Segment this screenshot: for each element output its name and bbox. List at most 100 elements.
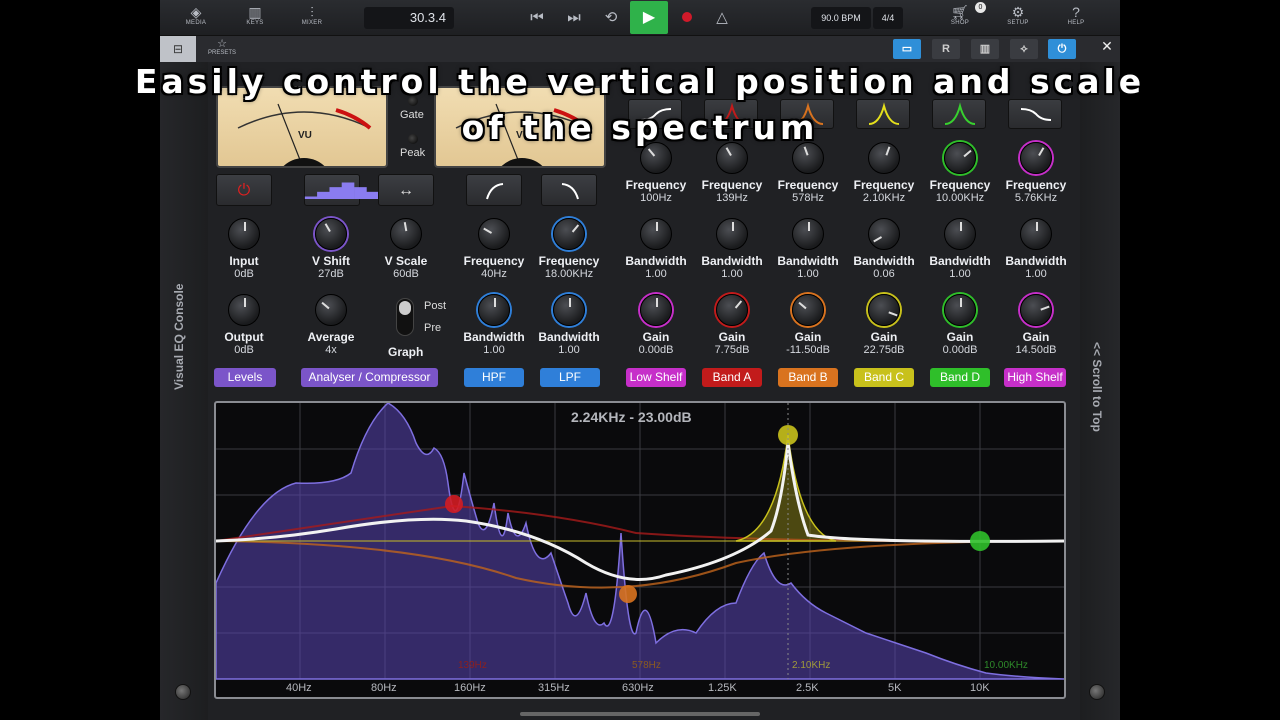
band-b-frequency-knob[interactable]: Frequency 578Hz (770, 142, 846, 205)
time-display[interactable]: 30.3.4 (364, 7, 454, 29)
high-shelf-section-label[interactable]: High Shelf (1004, 368, 1066, 387)
knob[interactable] (228, 294, 260, 326)
band-a-bandwidth-knob[interactable]: Bandwidth 1.00 (694, 218, 770, 281)
plugin-tab[interactable]: ⊟ (160, 36, 196, 62)
media-button[interactable]: ◈ MEDIA (176, 4, 216, 32)
knob[interactable] (553, 294, 585, 326)
help-button[interactable]: ? HELP (1056, 4, 1096, 32)
eq-graph[interactable]: 2.24KHz - 23.00dB 139Hz 578Hz 2.10KHz 10… (214, 401, 1066, 699)
play-button[interactable]: ▶ (630, 1, 668, 34)
loop-icon: ⟲ (604, 9, 618, 26)
band-b-section-label[interactable]: Band B (778, 368, 838, 387)
levels-power-button[interactable]: ⏻ (216, 174, 272, 206)
knob[interactable] (1020, 218, 1052, 250)
low-shelf-frequency-knob[interactable]: Frequency 100Hz (618, 142, 694, 205)
low-shelf-section-label[interactable]: Low Shelf (626, 368, 686, 387)
hpf-curve-icon (486, 183, 504, 200)
knob[interactable] (228, 218, 260, 250)
v-scale-knob[interactable]: V Scale 60dB (368, 218, 444, 281)
record-button[interactable] (682, 12, 692, 22)
levels-section-label[interactable]: Levels (214, 368, 276, 387)
freq-axis-label: 40Hz (286, 682, 312, 694)
caption-line-1: Easily control the vertical position and… (134, 62, 1146, 101)
skip-back-button[interactable]: ⏮ (523, 4, 551, 32)
waveform-button[interactable]: ↔ (378, 174, 434, 206)
lpf-section-label[interactable]: LPF (540, 368, 600, 387)
window-mode-button[interactable]: ▭ (893, 39, 921, 59)
knob[interactable] (716, 294, 748, 326)
mixer-button[interactable]: ⫶ MIXER (292, 4, 332, 32)
knob[interactable] (478, 294, 510, 326)
knob[interactable] (944, 218, 976, 250)
high-shelf-bandwidth-knob[interactable]: Bandwidth 1.00 (998, 218, 1074, 281)
knob[interactable] (1020, 294, 1052, 326)
help-icon: ? (1072, 4, 1080, 20)
knob[interactable] (868, 294, 900, 326)
analyser-section-label[interactable]: Analyser / Compressor (301, 368, 438, 387)
knob[interactable] (390, 218, 422, 250)
close-button[interactable]: ✕ (1094, 36, 1120, 58)
shop-button[interactable]: 🛒︎ SHOP (940, 4, 980, 32)
lpf-shape-button[interactable] (541, 174, 597, 206)
post-pre-toggle[interactable] (396, 298, 414, 336)
knob[interactable] (315, 218, 347, 250)
lpf-curve-icon (561, 183, 579, 200)
keyboard-button[interactable]: ▥ (971, 39, 999, 59)
band-a-gain-knob[interactable]: Gain 7.75dB (694, 294, 770, 357)
output-knob[interactable]: Output 0dB (206, 294, 282, 357)
knob[interactable] (640, 218, 672, 250)
knob[interactable] (716, 218, 748, 250)
tempo-display[interactable]: 90.0 BPM (811, 7, 871, 29)
band-b-bandwidth-knob[interactable]: Bandwidth 1.00 (770, 218, 846, 281)
input-knob[interactable]: Input 0dB (206, 218, 282, 281)
lpf-frequency-knob[interactable]: Frequency 18.00KHz (531, 218, 607, 281)
band-a-frequency-knob[interactable]: Frequency 139Hz (694, 142, 770, 205)
hpf-section-label[interactable]: HPF (464, 368, 524, 387)
band-c-bandwidth-knob[interactable]: Bandwidth 0.06 (846, 218, 922, 281)
knob[interactable] (315, 294, 347, 326)
metronome-button[interactable]: △ (708, 4, 736, 32)
scroll-to-top-button[interactable]: << Scroll to Top (1090, 342, 1104, 432)
freq-axis-label: 160Hz (454, 682, 486, 694)
band-d-gain-knob[interactable]: Gain 0.00dB (922, 294, 998, 357)
low-shelf-bandwidth-knob[interactable]: Bandwidth 1.00 (618, 218, 694, 281)
hpf-frequency-knob[interactable]: Frequency 40Hz (456, 218, 532, 281)
power-button[interactable]: ⏻ (1048, 39, 1076, 59)
high-shelf-frequency-knob[interactable]: Frequency 5.76KHz (998, 142, 1074, 205)
hpf-shape-button[interactable] (466, 174, 522, 206)
v-shift-knob[interactable]: V Shift 27dB (293, 218, 369, 281)
loop-button[interactable]: ⟲ (597, 4, 625, 32)
knob[interactable] (478, 218, 510, 250)
band-a-section-label[interactable]: Band A (702, 368, 762, 387)
band-d-section-label[interactable]: Band D (930, 368, 990, 387)
star-icon: ☆ (217, 38, 227, 50)
average-knob[interactable]: Average 4x (293, 294, 369, 357)
setup-button[interactable]: ⚙ SETUP (998, 4, 1038, 32)
band-b-gain-knob[interactable]: Gain -11.50dB (770, 294, 846, 357)
knob[interactable] (553, 218, 585, 250)
r-button[interactable]: R (932, 39, 960, 59)
spectrum-button[interactable]: ▁▃▅▇▅▃ (304, 174, 379, 206)
skip-forward-button[interactable]: ⏭ (560, 4, 588, 32)
presets-button[interactable]: ☆ PRESETS (202, 38, 242, 62)
band-a-handle (445, 495, 463, 513)
knob[interactable] (792, 294, 824, 326)
knob[interactable] (792, 218, 824, 250)
high-shelf-gain-knob[interactable]: Gain 14.50dB (998, 294, 1074, 357)
time-signature[interactable]: 4/4 (873, 7, 903, 29)
lpf-bandwidth-knob[interactable]: Bandwidth 1.00 (531, 294, 607, 357)
routing-button[interactable]: ⟡ (1010, 39, 1038, 59)
band-d-bandwidth-knob[interactable]: Bandwidth 1.00 (922, 218, 998, 281)
keys-button[interactable]: ▥ KEYS (235, 4, 275, 32)
band-c-gain-knob[interactable]: Gain 22.75dB (846, 294, 922, 357)
knob[interactable] (640, 294, 672, 326)
band-c-frequency-knob[interactable]: Frequency 2.10KHz (846, 142, 922, 205)
skip-back-icon: ⏮ (530, 9, 544, 26)
band-c-section-label[interactable]: Band C (854, 368, 914, 387)
knob[interactable] (944, 294, 976, 326)
low-shelf-gain-knob[interactable]: Gain 0.00dB (618, 294, 694, 357)
knob[interactable] (868, 218, 900, 250)
hpf-bandwidth-knob[interactable]: Bandwidth 1.00 (456, 294, 532, 357)
band-d-frequency-knob[interactable]: Frequency 10.00KHz (922, 142, 998, 205)
scroll-indicator[interactable] (520, 712, 760, 716)
